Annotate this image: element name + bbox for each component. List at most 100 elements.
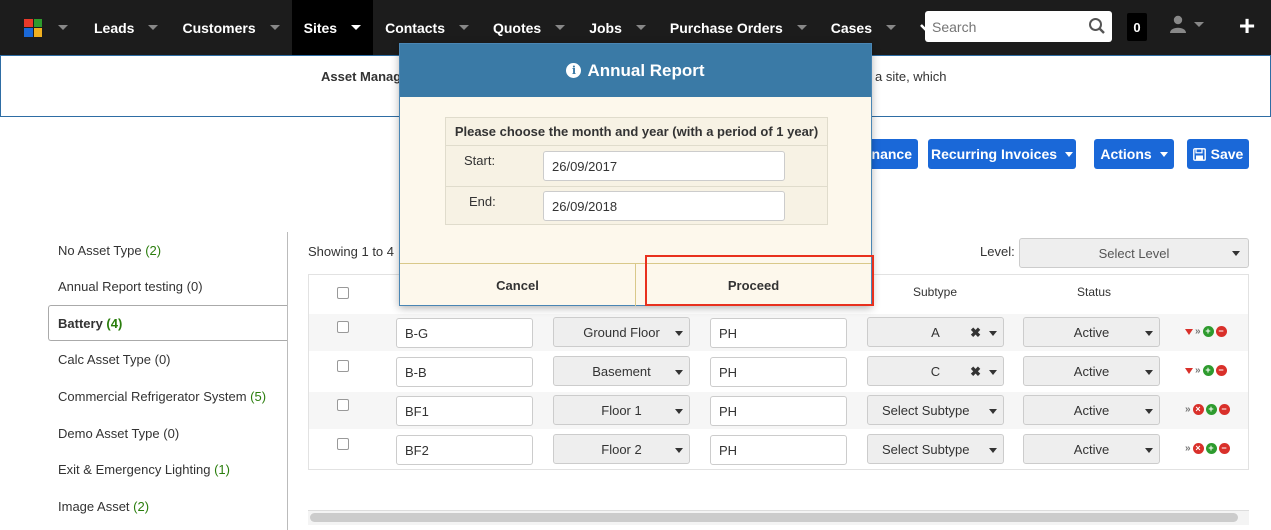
remove-icon[interactable]: − (1218, 404, 1230, 415)
nav-leads[interactable]: Leads (82, 0, 170, 55)
chevron-down-icon (989, 409, 997, 414)
row-checkbox[interactable] (337, 438, 349, 450)
chevron-down-icon (675, 370, 683, 375)
row-actions: » × + − (1185, 404, 1230, 415)
chevron-down-icon (886, 25, 897, 30)
sidebar-item-calc-asset-type[interactable]: Calc Asset Type (0) (58, 352, 171, 367)
search-icon[interactable] (1088, 17, 1106, 35)
subtype-select[interactable]: C ✖ (867, 356, 1004, 386)
showing-count: Showing 1 to 4 (308, 244, 395, 259)
subtype-select[interactable]: Select Subtype (867, 434, 1004, 464)
clear-icon[interactable]: ✖ (970, 364, 981, 380)
end-date-input[interactable]: 26/09/2018 (543, 191, 785, 221)
sidebar-item-exit-emergency-lighting[interactable]: Exit & Emergency Lighting (1) (58, 462, 230, 477)
form-instruction: Please choose the month and year (with a… (446, 118, 827, 146)
subtype-select[interactable]: Select Subtype (867, 395, 1004, 425)
chevron-down-icon (1159, 151, 1168, 157)
sidebar-item-battery[interactable]: Battery (4) (58, 316, 122, 331)
nav-sites[interactable]: Sites (291, 0, 374, 55)
expand-icon[interactable]: » (1195, 365, 1201, 376)
add-icon[interactable]: + (1205, 404, 1217, 415)
move-down-icon[interactable] (1185, 328, 1193, 335)
end-label: End: (469, 194, 496, 209)
banner-text-right: a site, which (875, 69, 947, 84)
chevron-down-icon (1232, 251, 1240, 256)
save-icon (1192, 147, 1206, 161)
floor-select[interactable]: Basement (553, 356, 690, 386)
row-checkbox[interactable] (337, 399, 349, 411)
chevron-down-icon (989, 370, 997, 375)
sidebar-item-annual-report-testing[interactable]: Annual Report testing (0) (58, 279, 203, 294)
user-icon (1170, 15, 1186, 33)
chevron-down-icon (148, 25, 159, 30)
code-input[interactable]: PH (710, 318, 847, 348)
row-actions: » × + − (1185, 443, 1230, 454)
add-icon[interactable]: + (1236, 12, 1258, 40)
add-icon[interactable]: + (1202, 365, 1214, 376)
chevron-down-icon (458, 25, 469, 30)
subtype-select[interactable]: A ✖ (867, 317, 1004, 347)
horizontal-scrollbar[interactable] (310, 513, 1238, 522)
chevron-down-icon (675, 331, 683, 336)
asset-name-input[interactable]: B-B (396, 357, 533, 387)
nav-customers[interactable]: Customers (170, 0, 291, 55)
row-actions: » + − (1185, 365, 1227, 376)
status-select[interactable]: Active (1023, 317, 1160, 347)
select-all-checkbox[interactable] (337, 287, 349, 299)
chevron-down-icon (989, 448, 997, 453)
status-select[interactable]: Active (1023, 356, 1160, 386)
remove-icon[interactable]: − (1215, 365, 1227, 376)
move-down-icon[interactable] (1185, 367, 1193, 374)
chevron-down-icon (1194, 21, 1204, 27)
proceed-button[interactable]: Proceed (636, 264, 871, 306)
floor-select[interactable]: Ground Floor (553, 317, 690, 347)
expand-icon[interactable]: » (1185, 404, 1191, 415)
chevron-down-icon (675, 448, 683, 453)
delete-icon[interactable]: × (1192, 404, 1204, 415)
code-input[interactable]: PH (710, 435, 847, 465)
sidebar-item-demo-asset-type[interactable]: Demo Asset Type (0) (58, 426, 179, 441)
status-select[interactable]: Active (1023, 395, 1160, 425)
remove-icon[interactable]: − (1215, 326, 1227, 337)
asset-name-input[interactable]: BF1 (396, 396, 533, 426)
level-select[interactable]: Select Level (1019, 238, 1249, 268)
row-checkbox[interactable] (337, 360, 349, 372)
subtype-header: Subtype (913, 285, 958, 299)
floor-select[interactable]: Floor 1 (553, 395, 690, 425)
cancel-button[interactable]: Cancel (400, 264, 636, 306)
expand-icon[interactable]: » (1195, 326, 1201, 337)
modal-header: i Annual Report (400, 44, 871, 97)
chevron-down-icon (796, 25, 807, 30)
delete-icon[interactable]: × (1192, 443, 1204, 454)
notification-badge[interactable]: 0 (1127, 13, 1147, 41)
level-label: Level: (980, 244, 1015, 259)
sidebar-item-no-asset-type[interactable]: No Asset Type (2) (58, 243, 161, 258)
add-icon[interactable]: + (1202, 326, 1214, 337)
date-range-form: Please choose the month and year (with a… (445, 117, 828, 225)
app-logo[interactable] (0, 0, 82, 55)
recurring-invoices-button[interactable]: Recurring Invoices (928, 139, 1076, 169)
start-label: Start: (464, 153, 496, 168)
search-box (925, 11, 1112, 42)
add-icon[interactable]: + (1205, 443, 1217, 454)
row-checkbox[interactable] (337, 321, 349, 333)
code-input[interactable]: PH (710, 396, 847, 426)
chevron-down-icon (555, 25, 566, 30)
expand-icon[interactable]: » (1185, 443, 1191, 454)
save-button[interactable]: Save (1187, 139, 1249, 169)
search-input[interactable] (925, 12, 1085, 41)
sidebar-item-image-asset[interactable]: Image Asset (2) (58, 499, 149, 514)
clear-icon[interactable]: ✖ (970, 325, 981, 341)
asset-name-input[interactable]: BF2 (396, 435, 533, 465)
sidebar-item-commercial-refrigerator-system[interactable]: Commercial Refrigerator System (5) (58, 389, 266, 404)
chevron-down-icon (675, 409, 683, 414)
actions-button[interactable]: Actions (1094, 139, 1174, 169)
asset-name-input[interactable]: B-G (396, 318, 533, 348)
code-input[interactable]: PH (710, 357, 847, 387)
floor-select[interactable]: Floor 2 (553, 434, 690, 464)
user-menu[interactable] (1170, 15, 1204, 33)
start-date-input[interactable]: 26/09/2017 (543, 151, 785, 181)
remove-icon[interactable]: − (1218, 443, 1230, 454)
status-select[interactable]: Active (1023, 434, 1160, 464)
chevron-down-icon (1145, 448, 1153, 453)
